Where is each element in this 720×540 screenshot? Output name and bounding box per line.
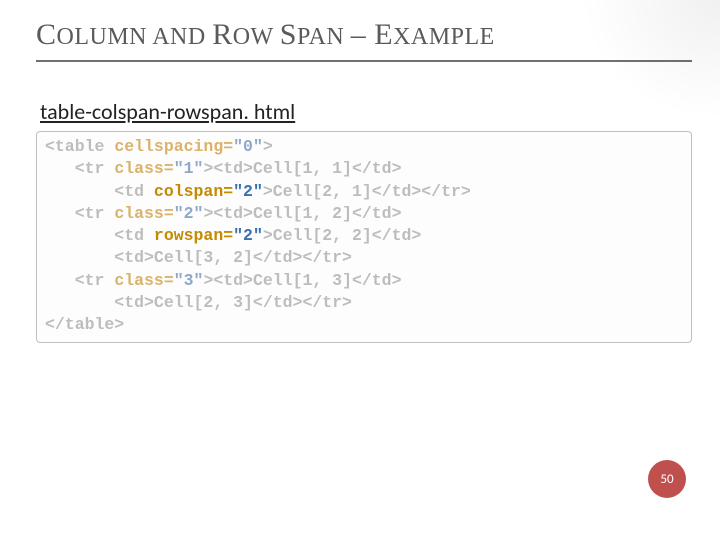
code-line: <td rowspan="2">Cell[2, 2]</td> [45, 226, 421, 245]
title-text: PAN [297, 24, 351, 50]
filename-label: table-colspan-rowspan. html [40, 98, 692, 125]
code-line: </table> [45, 315, 124, 334]
title-cap: – E [351, 18, 393, 51]
title-text: XAMPLE [393, 24, 495, 50]
code-block: <table cellspacing="0"> <tr class="1"><t… [36, 131, 692, 343]
title-cap: C [36, 18, 57, 51]
title-cap: S [280, 18, 297, 51]
code-line: <td colspan="2">Cell[2, 1]</td></tr> [45, 182, 471, 201]
code-line: <tr class="3"><td>Cell[1, 3]</td> [45, 271, 402, 290]
title-text: OW [233, 24, 280, 50]
slide: COLUMN AND ROW SPAN – EXAMPLE table-cols… [0, 0, 720, 540]
code-line: <table cellspacing="0"> [45, 137, 273, 156]
page-number-badge: 50 [648, 460, 686, 498]
code-line: <tr class="2"><td>Cell[1, 2]</td> [45, 204, 402, 223]
slide-title: COLUMN AND ROW SPAN – EXAMPLE [36, 18, 692, 62]
code-line: <tr class="1"><td>Cell[1, 1]</td> [45, 159, 402, 178]
title-cap: R [212, 18, 233, 51]
code-line: <td>Cell[3, 2]</td></tr> [45, 248, 352, 267]
title-text: OLUMN AND [57, 24, 213, 50]
code-line: <td>Cell[2, 3]</td></tr> [45, 293, 352, 312]
